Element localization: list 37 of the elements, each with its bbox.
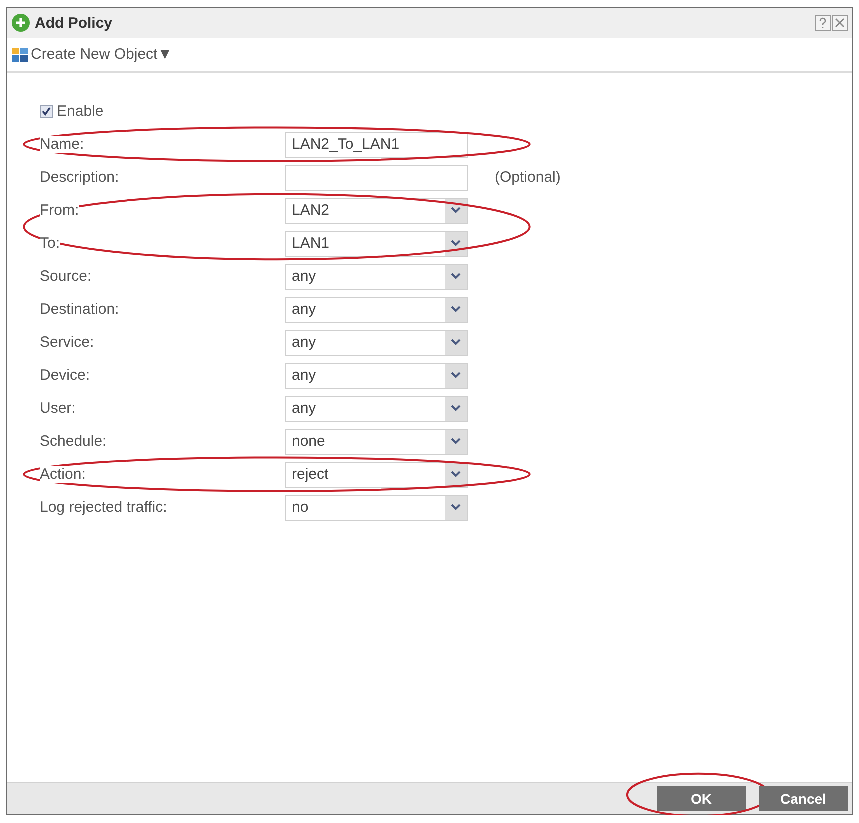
- cancel-button[interactable]: Cancel: [759, 786, 848, 811]
- field-label: Log rejected traffic:: [40, 499, 168, 516]
- chevron-down-icon: [445, 264, 467, 288]
- field-label: From:: [40, 202, 80, 219]
- field-label: Action:: [40, 466, 86, 483]
- chevron-down-icon: [445, 232, 467, 256]
- chevron-down-icon: [445, 462, 467, 486]
- dropdown[interactable]: none: [285, 428, 468, 454]
- close-icon[interactable]: [832, 15, 848, 31]
- dropdown[interactable]: LAN2: [285, 198, 468, 224]
- field-label: Description:: [40, 169, 120, 186]
- ok-button[interactable]: OK: [657, 786, 746, 811]
- input-field[interactable]: LAN2_To_LAN1: [285, 132, 468, 158]
- chevron-down-icon: [445, 396, 467, 420]
- chevron-down-icon: [445, 198, 467, 222]
- create-object-menu[interactable]: Create New Object▼: [31, 46, 173, 63]
- chevron-down-icon: [445, 364, 467, 388]
- checkbox[interactable]: [40, 105, 53, 118]
- dropdown[interactable]: reject: [285, 462, 468, 488]
- input-field[interactable]: [285, 164, 468, 190]
- dropdown[interactable]: any: [285, 264, 468, 290]
- chevron-down-icon: [445, 430, 467, 454]
- objects-icon: [12, 46, 28, 62]
- dropdown[interactable]: any: [285, 330, 468, 356]
- chevron-down-icon: [445, 496, 467, 520]
- optional-note: (Optional): [495, 169, 561, 186]
- plus-icon: [12, 14, 30, 32]
- dropdown[interactable]: any: [285, 362, 468, 388]
- dropdown[interactable]: any: [285, 296, 468, 322]
- chevron-down-icon: [445, 330, 467, 354]
- dropdown[interactable]: LAN1: [285, 230, 468, 256]
- window-title: Add Policy: [35, 14, 113, 32]
- dropdown[interactable]: no: [285, 494, 468, 520]
- help-icon[interactable]: [815, 15, 831, 31]
- chevron-down-icon: [445, 298, 467, 322]
- dropdown[interactable]: any: [285, 396, 468, 422]
- field-label: Name:: [40, 136, 84, 153]
